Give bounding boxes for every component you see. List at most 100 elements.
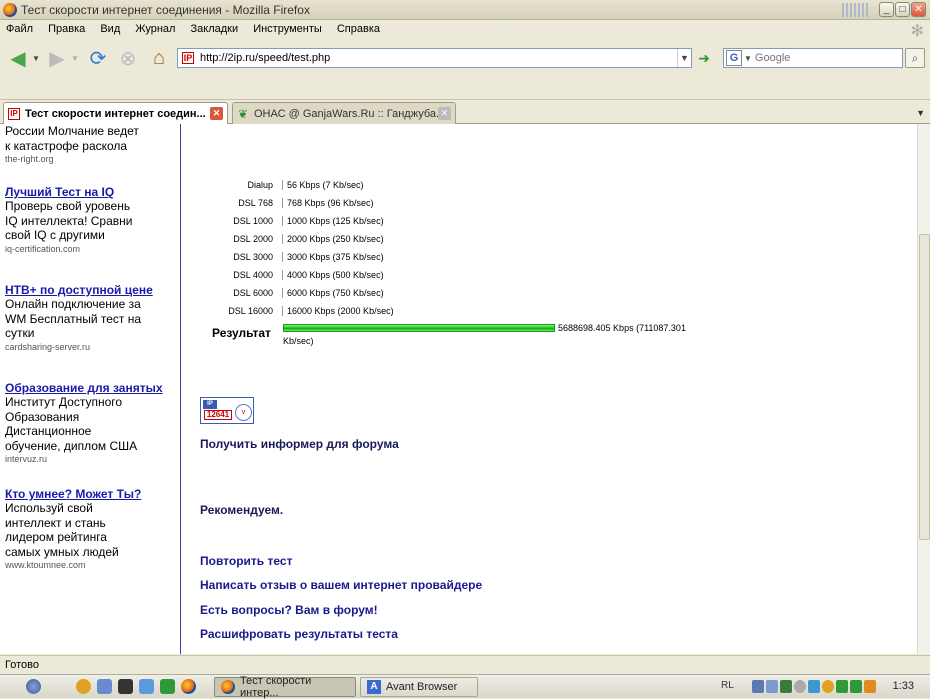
menu-edit[interactable]: Правка — [42, 20, 91, 35]
url-text[interactable]: http://2ip.ru/speed/test.php — [200, 52, 677, 64]
close-window-button[interactable]: ✕ — [911, 2, 926, 17]
get-informer-link[interactable]: Получить информер для форума — [200, 437, 399, 451]
go-arrow-icon[interactable]: ➜ — [696, 50, 712, 66]
menu-tools[interactable]: Инструменты — [247, 20, 328, 35]
decode-results-link[interactable]: Расшифровать результаты теста — [200, 627, 398, 641]
language-indicator[interactable]: RL — [721, 680, 734, 691]
search-bar[interactable]: G ▼ — [723, 48, 903, 68]
tab-list-dropdown-icon[interactable]: ▼ — [916, 108, 925, 118]
ad-text: интеллект и стань — [5, 515, 106, 530]
tray-d-icon[interactable] — [850, 680, 862, 693]
menu-file[interactable]: Файл — [0, 20, 39, 35]
speed-value: 3000 Kbps (375 Kb/sec) — [287, 252, 384, 262]
ad-url[interactable]: iq-certification.com — [5, 243, 175, 255]
forward-arrow-icon[interactable]: ▶ — [44, 44, 70, 72]
quicklaunch-desktop-icon[interactable] — [160, 679, 175, 694]
ad-text: Проверь свой уровень — [5, 199, 131, 213]
speed-value: 6000 Kbps (750 Kb/sec) — [287, 288, 384, 298]
back-arrow-icon[interactable]: ◀ — [4, 44, 32, 72]
site-favicon-icon: IP — [182, 52, 194, 64]
quicklaunch-avast-icon[interactable] — [76, 679, 91, 694]
tray-network-icon[interactable] — [752, 680, 764, 693]
review-provider-link[interactable]: Написать отзыв о вашем интернет провайде… — [200, 578, 482, 592]
ad-text: обучение, диплом США — [5, 438, 138, 453]
reload-icon[interactable]: ⟳ — [85, 44, 111, 72]
quicklaunch-browser-icon[interactable] — [97, 679, 112, 694]
speed-label: Dialup — [247, 180, 273, 190]
tray-app-icon[interactable] — [780, 680, 792, 693]
speed-value: 16000 Kbps (2000 Kb/sec) — [287, 306, 394, 316]
stop-icon[interactable]: ⊗ — [115, 44, 141, 72]
firefox-icon — [3, 3, 17, 17]
search-input[interactable] — [754, 52, 895, 64]
close-tab-icon[interactable]: ✕ — [210, 107, 223, 120]
tab-strip: IP Тест скорости интернет соедин... ✕ ❦ … — [0, 99, 930, 124]
forward-history-dropdown-icon[interactable]: ▼ — [70, 44, 80, 72]
taskbar-clock: 1:33 — [892, 680, 914, 692]
tab-label: ОНАС @ GanjaWars.Ru :: Ганджуба... — [254, 107, 438, 120]
quicklaunch-messenger-icon[interactable] — [139, 679, 154, 694]
ad-text: IQ интеллекта! Сравни — [5, 213, 133, 228]
tray-n-icon[interactable] — [836, 680, 848, 693]
leaf-favicon-icon: ❦ — [237, 106, 249, 121]
tray-messenger-icon[interactable] — [808, 680, 820, 693]
ad-title-link[interactable]: Образование для занятых — [5, 381, 175, 395]
google-engine-icon[interactable]: G — [726, 50, 742, 66]
speed-label: DSL 16000 — [228, 306, 273, 316]
result-value-cont: Kb/sec) — [283, 336, 314, 346]
ad-text: Дистанционное — [5, 424, 92, 438]
ad-title-link[interactable]: Кто умнее? Может Ты? — [5, 487, 175, 501]
engine-dropdown-icon[interactable]: ▼ — [744, 54, 752, 63]
speed-value: 4000 Kbps (500 Kb/sec) — [287, 270, 384, 280]
ad-text: свой IQ с другими — [5, 228, 105, 242]
quicklaunch-app-icon[interactable] — [118, 679, 133, 694]
window-title: Тест скорости интернет соединения - Mozi… — [21, 3, 310, 17]
system-tray: RL 1:33 — [718, 675, 930, 699]
ad-sidebar: России Молчание ведет к катастрофе раско… — [0, 124, 181, 654]
taskbar-button-firefox[interactable]: Тест скорости интер... — [214, 675, 356, 699]
speed-row: DSL 4000 4000 Kbps (500 Kb/sec) — [200, 266, 720, 284]
menu-bookmarks[interactable]: Закладки — [185, 20, 245, 35]
ad-url[interactable]: cardsharing-server.ru — [5, 341, 175, 353]
url-dropdown-icon[interactable]: ▼ — [677, 49, 691, 67]
tab-ganjawars[interactable]: ❦ ОНАС @ GanjaWars.Ru :: Ганджуба... ✕ — [232, 102, 456, 124]
speed-row: Dialup 56 Kbps (7 Kb/sec) — [200, 176, 720, 194]
menu-view[interactable]: Вид — [94, 20, 126, 35]
back-history-dropdown-icon[interactable]: ▼ — [31, 44, 41, 72]
speed-label: DSL 1000 — [233, 216, 273, 226]
ad-title-link[interactable]: Лучший Тест на IQ — [5, 185, 175, 199]
forum-link[interactable]: Есть вопросы? Вам в форум! — [200, 603, 378, 617]
ad-title-link[interactable]: НТВ+ по доступной цене — [5, 283, 175, 297]
ad-url[interactable]: intervuz.ru — [5, 453, 175, 465]
search-magnifier-icon[interactable]: ⌕ — [905, 48, 925, 68]
taskbar-button-avant[interactable]: A Avant Browser — [360, 677, 478, 697]
maximize-button[interactable]: □ — [895, 2, 910, 17]
ad-url[interactable]: the-right.org — [5, 153, 175, 165]
tray-player-icon[interactable] — [864, 680, 876, 693]
url-bar[interactable]: IP http://2ip.ru/speed/test.php ▼ — [177, 48, 692, 68]
ad-url[interactable]: www.ktoumnee.com — [5, 559, 175, 571]
informer-banner[interactable]: IP 12641 v — [200, 397, 254, 424]
minimize-button[interactable]: _ — [879, 2, 894, 17]
start-orb-icon[interactable] — [26, 679, 41, 694]
home-icon[interactable]: ⌂ — [145, 44, 173, 72]
sidebar-ad: Образование для занятых Институт Доступн… — [5, 381, 175, 465]
menu-history[interactable]: Журнал — [129, 20, 181, 35]
menu-help[interactable]: Справка — [331, 20, 386, 35]
page-scrollbar[interactable] — [917, 124, 930, 654]
scrollbar-thumb[interactable] — [919, 234, 930, 540]
tray-display-icon[interactable] — [766, 680, 778, 693]
tray-clock-icon[interactable] — [794, 680, 806, 693]
speed-row: DSL 768 768 Kbps (96 Kb/sec) — [200, 194, 720, 212]
ad-text: Используй свой — [5, 501, 93, 515]
speed-bar — [282, 234, 283, 244]
close-tab-icon[interactable]: ✕ — [438, 107, 451, 120]
tab-speed-test[interactable]: IP Тест скорости интернет соедин... ✕ — [3, 102, 228, 124]
quicklaunch-firefox-icon[interactable] — [181, 679, 196, 694]
status-text: Готово — [5, 659, 39, 671]
status-bar: Готово — [0, 655, 930, 674]
repeat-test-link[interactable]: Повторить тест — [200, 554, 292, 568]
ad-text: сутки — [5, 326, 35, 340]
speed-bar — [282, 180, 283, 190]
tray-avast-icon[interactable] — [822, 680, 834, 693]
